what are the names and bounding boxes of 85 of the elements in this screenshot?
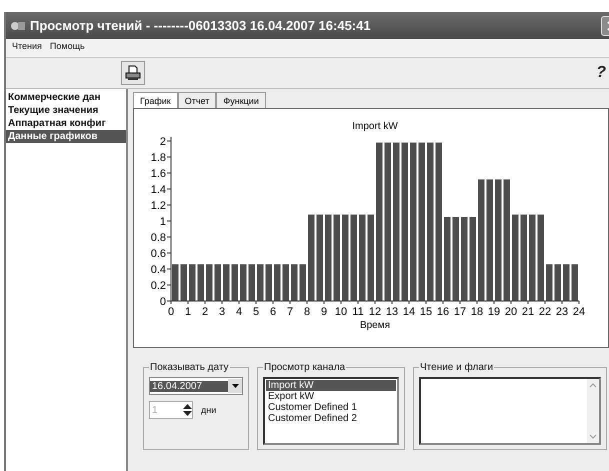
tab[interactable]: График <box>133 92 178 108</box>
x-tick-label: 12 <box>368 306 382 318</box>
print-button[interactable] <box>121 61 145 85</box>
y-tick-label: 1 <box>160 216 166 228</box>
tab[interactable]: Отчет <box>178 92 216 108</box>
menu-item[interactable]: Чтения <box>12 41 42 55</box>
bar <box>300 264 306 301</box>
x-tick-label: 7 <box>286 306 294 318</box>
y-tick-label: 0.2 <box>150 280 166 292</box>
group-title: Чтение и флаги <box>419 362 494 373</box>
chart-title: Import kW <box>352 121 398 132</box>
sidebar-item[interactable]: Данные графиков <box>6 130 126 143</box>
bar <box>214 264 221 301</box>
bar <box>232 264 238 301</box>
x-tick-label: 18 <box>470 306 484 318</box>
x-tick-label: 19 <box>488 306 500 318</box>
y-tick-label: 0 <box>160 296 166 308</box>
y-tick-label: 1.6 <box>150 168 166 180</box>
y-tick-label: 0.8 <box>150 232 166 244</box>
y-tick-label: 0.6 <box>150 248 166 260</box>
x-tick-label: 24 <box>572 306 586 318</box>
y-tick-label: 1.2 <box>150 200 166 212</box>
help-button[interactable]: ? <box>596 64 609 82</box>
y-tick-label: 2 <box>160 136 166 148</box>
x-tick-label: 14 <box>402 306 416 318</box>
text-area[interactable] <box>419 377 601 445</box>
x-tick-label: 2 <box>202 306 208 318</box>
x-tick-label: 6 <box>270 306 276 318</box>
x-tick-label: 17 <box>454 306 466 318</box>
bar <box>257 264 264 301</box>
x-tick-label: 22 <box>538 306 552 318</box>
group-title: Показывать дату <box>149 362 230 373</box>
list-item[interactable]: Customer Defined 1 <box>266 402 396 413</box>
x-tick-label: 13 <box>386 306 398 318</box>
x-tick-label: 20 <box>504 306 518 318</box>
bar <box>180 264 187 301</box>
y-tick-label: 1.4 <box>150 184 166 196</box>
sidebar-item[interactable]: Коммерческие дан <box>6 91 126 104</box>
x-tick-label: 23 <box>556 306 568 318</box>
x-tick-label: 5 <box>252 306 260 318</box>
x-tick-label: 4 <box>236 306 242 318</box>
menu-item[interactable]: Помощь <box>50 41 85 55</box>
scrollbar[interactable] <box>587 379 599 443</box>
x-tick-label: 1 <box>184 306 192 318</box>
bar <box>546 264 552 301</box>
bar <box>206 264 212 301</box>
bar <box>563 264 570 301</box>
x-tick-label: 3 <box>218 306 226 318</box>
bar <box>248 264 255 301</box>
bar <box>291 264 298 301</box>
bar <box>223 264 230 301</box>
list-item[interactable]: Customer Defined 2 <box>266 413 396 424</box>
sidebar-item[interactable]: Аппаратная конфиг <box>6 117 126 130</box>
bar <box>572 264 578 301</box>
bar <box>282 264 289 301</box>
x-tick-label: 15 <box>420 306 432 318</box>
sidebar-item[interactable]: Текущие значения <box>6 104 126 117</box>
x-tick-label: 21 <box>522 306 534 318</box>
bar <box>240 264 246 301</box>
bar <box>274 264 280 301</box>
bar <box>198 264 204 301</box>
y-tick-label: 1.8 <box>150 152 166 164</box>
group-title: Просмотр канала <box>263 362 346 373</box>
tab[interactable]: Функции <box>216 92 266 108</box>
bar <box>189 264 196 301</box>
printer-icon <box>125 65 141 81</box>
spin-arrows-icon <box>183 404 192 416</box>
bar <box>266 264 272 301</box>
x-tick-label: 10 <box>334 306 348 318</box>
window-title: Просмотр чтений - --------06013303 16.04.2007 16:45:41 <box>30 18 372 33</box>
date-dropdown[interactable]: 16.04.2007 <box>149 377 243 395</box>
dropdown-button[interactable] <box>228 379 242 393</box>
bar <box>172 264 178 301</box>
list-item[interactable]: Export kW <box>266 391 396 402</box>
x-tick-label: 9 <box>320 306 328 318</box>
x-axis-label: Время <box>360 320 390 331</box>
list-item[interactable]: Import kW <box>266 380 396 391</box>
x-tick-label: 16 <box>436 306 450 318</box>
x-tick-label: 0 <box>168 306 174 318</box>
caret-icon <box>232 384 238 388</box>
x-tick-label: 11 <box>352 306 364 318</box>
bar <box>554 264 561 301</box>
x-tick-label: 8 <box>304 306 310 318</box>
y-tick-label: 0.4 <box>150 264 166 276</box>
days-label: дни <box>201 405 216 415</box>
